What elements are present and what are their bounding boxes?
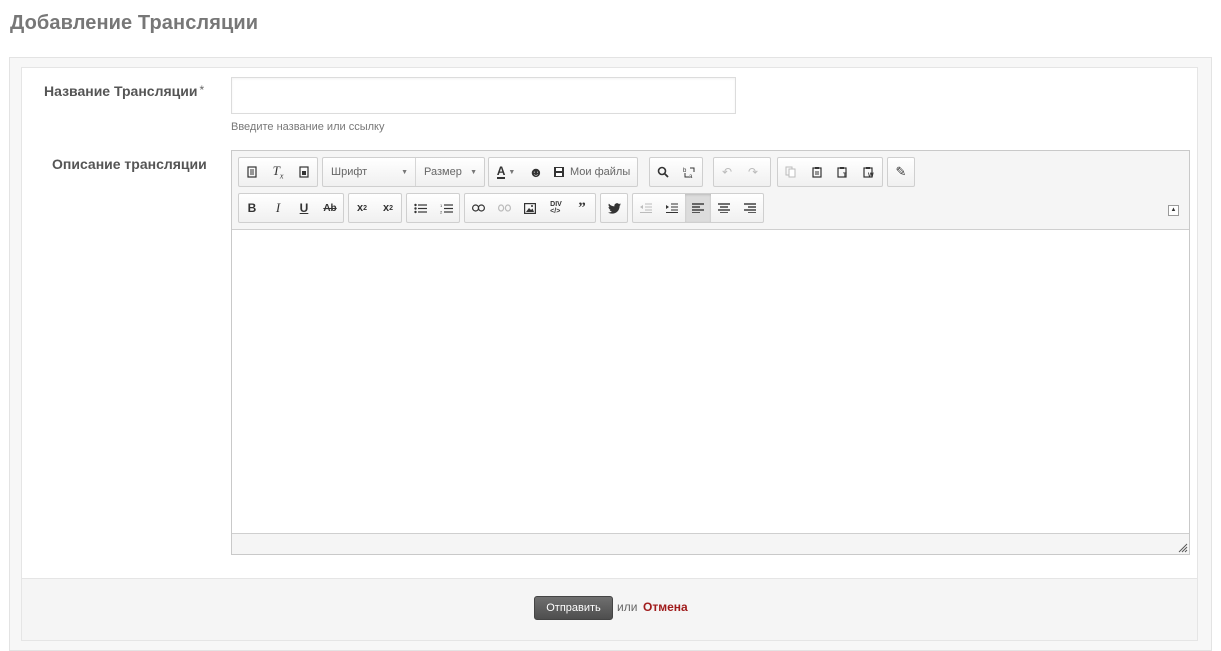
indent-icon[interactable] xyxy=(659,194,685,222)
editor-footer xyxy=(232,533,1189,554)
align-right-icon[interactable] xyxy=(737,194,763,222)
bulleted-list-icon[interactable] xyxy=(407,194,433,222)
title-help-text: Введите название или ссылку xyxy=(231,121,385,133)
size-combo[interactable]: Размер ▼ xyxy=(416,158,484,186)
blockquote-icon[interactable]: ” xyxy=(569,194,595,222)
size-combo-label: Размер xyxy=(424,166,462,178)
twitter-icon[interactable] xyxy=(601,194,627,222)
title-field-label: Название Трансляции * xyxy=(44,83,204,99)
toolbar-group-insert: DIV </> ” xyxy=(464,193,596,223)
wrench-icon[interactable]: ✎ xyxy=(888,158,914,186)
svg-text:T: T xyxy=(843,173,847,178)
save-icon[interactable] xyxy=(549,158,569,186)
image-icon[interactable] xyxy=(517,194,543,222)
superscript-icon[interactable]: x2 xyxy=(375,194,401,222)
toolbar-group-font: Шрифт ▼ Размер ▼ xyxy=(322,157,485,187)
paste-word-icon[interactable]: W xyxy=(856,158,882,186)
or-text: или xyxy=(617,600,638,614)
align-left-icon[interactable] xyxy=(685,194,711,222)
editor-toolbar: Tx Шрифт ▼ Размер ▼ A ▼ ☻ Мои файлы ba ↶… xyxy=(232,151,1189,230)
caret-down-icon: ▼ xyxy=(401,168,408,176)
svg-text:1: 1 xyxy=(440,203,443,208)
font-combo[interactable]: Шрифт ▼ xyxy=(323,158,415,186)
toolbar-group-alignment xyxy=(632,193,764,223)
svg-text:W: W xyxy=(868,173,874,178)
toolbar-group-twitter xyxy=(600,193,628,223)
page-title: Добавление Трансляции xyxy=(10,12,259,34)
bold-icon[interactable]: B xyxy=(239,194,265,222)
smiley-icon[interactable]: ☻ xyxy=(523,158,549,186)
align-center-icon[interactable] xyxy=(711,194,737,222)
toolbar-group-source: Tx xyxy=(238,157,318,187)
title-label-text: Название Трансляции xyxy=(44,83,198,99)
underline-icon[interactable]: U xyxy=(291,194,317,222)
italic-icon[interactable]: I xyxy=(265,194,291,222)
toolbar-collapse-button[interactable]: ▲ xyxy=(1168,205,1179,216)
title-input[interactable] xyxy=(231,77,736,114)
font-combo-label: Шрифт xyxy=(331,166,368,178)
unlink-icon[interactable] xyxy=(491,194,517,222)
undo-icon[interactable]: ↶ xyxy=(714,158,740,186)
subscript-icon[interactable]: x2 xyxy=(349,194,375,222)
remove-format-icon[interactable]: Tx xyxy=(265,158,291,186)
copy-icon[interactable] xyxy=(778,158,804,186)
required-mark: * xyxy=(199,83,205,97)
templates-icon[interactable] xyxy=(291,158,317,186)
paste-text-icon[interactable]: T xyxy=(830,158,856,186)
toolbar-group-lists: 12 xyxy=(406,193,460,223)
numbered-list-icon[interactable]: 12 xyxy=(433,194,459,222)
submit-button[interactable]: Отправить xyxy=(534,596,613,620)
description-field-label: Описание трансляции xyxy=(52,156,207,172)
toolbar-group-tools: ✎ xyxy=(887,157,915,187)
toolbar-group-clipboard: T W xyxy=(777,157,883,187)
svg-text:a: a xyxy=(689,174,693,179)
editor-content-area[interactable] xyxy=(232,230,1189,533)
resize-handle-icon[interactable] xyxy=(1176,541,1188,553)
my-files-label: Мои файлы xyxy=(570,166,631,178)
text-color-icon[interactable]: A ▼ xyxy=(489,158,523,186)
redo-icon[interactable]: ↷ xyxy=(740,158,766,186)
cancel-link[interactable]: Отмена xyxy=(643,600,688,614)
toolbar-group-scripts: x2 x2 xyxy=(348,193,402,223)
paste-icon[interactable] xyxy=(804,158,830,186)
replace-icon[interactable]: ba xyxy=(676,158,702,186)
div-icon[interactable]: DIV </> xyxy=(543,194,569,222)
toolbar-group-basic-styles: B I U Ab xyxy=(238,193,344,223)
outdent-icon[interactable] xyxy=(633,194,659,222)
rich-text-editor: Tx Шрифт ▼ Размер ▼ A ▼ ☻ Мои файлы ba ↶… xyxy=(231,150,1190,555)
caret-down-icon: ▼ xyxy=(470,168,477,176)
strikethrough-icon[interactable]: Ab xyxy=(317,194,343,222)
document-icon[interactable] xyxy=(239,158,265,186)
toolbar-group-undo: ↶ ↷ xyxy=(713,157,771,187)
svg-text:2: 2 xyxy=(440,209,443,214)
toolbar-group-find: ba xyxy=(649,157,703,187)
my-files-button[interactable]: Мои файлы xyxy=(569,158,637,186)
toolbar-group-color-files: A ▼ ☻ Мои файлы xyxy=(488,157,639,187)
search-icon[interactable] xyxy=(650,158,676,186)
link-icon[interactable] xyxy=(465,194,491,222)
